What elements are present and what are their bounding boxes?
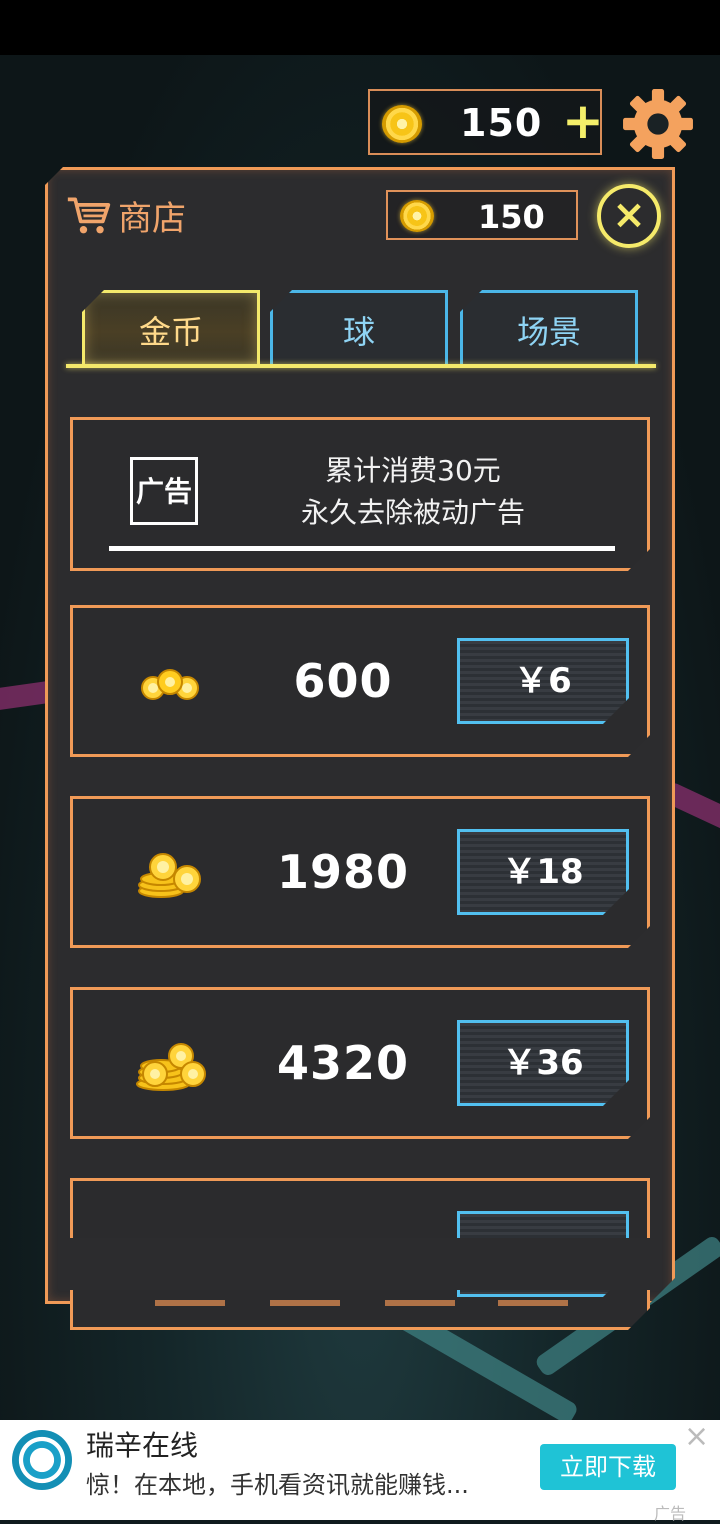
remove-ads-text: 累计消费30元 永久去除被动广告 <box>233 450 593 534</box>
panel-ornament <box>270 1300 340 1306</box>
buy-button-18[interactable]: ￥18 <box>457 829 629 915</box>
coins-small-icon <box>131 654 211 714</box>
tab-scenes[interactable]: 场景 <box>460 290 638 364</box>
tab-underline <box>66 364 656 368</box>
shop-title: 商店 <box>118 198 186 239</box>
remove-ads-line1: 累计消费30元 <box>325 454 501 487</box>
ad-description: 惊！在本地，手机看资讯就能赚钱... <box>86 1471 469 1499</box>
panel-ornament <box>155 1300 225 1306</box>
ad-app-name: 瑞辛在线 <box>86 1429 199 1462</box>
shop-header: 商店 <box>66 190 186 240</box>
close-ad-icon[interactable]: × <box>684 1422 709 1452</box>
tab-coins[interactable]: 金币 <box>82 290 260 364</box>
buy-button-36[interactable]: ￥36 <box>457 1020 629 1106</box>
shop-coin-value: 150 <box>478 198 545 236</box>
shop-coin-counter: 150 <box>386 190 578 240</box>
ad-banner[interactable]: 瑞辛在线 惊！在本地，手机看资讯就能赚钱... 立即下载 × 广告 <box>0 1420 720 1523</box>
add-coins-button[interactable]: + <box>562 93 604 149</box>
ad-icon: 广告 <box>130 457 198 525</box>
download-button[interactable]: 立即下载 <box>540 1444 676 1490</box>
coin-amount: 1980 <box>276 845 410 899</box>
coin-pack-600: 600 ￥6 <box>70 605 650 757</box>
coin-amount: 600 <box>293 654 393 708</box>
tab-balls[interactable]: 球 <box>270 290 448 364</box>
buy-button-6[interactable]: ￥6 <box>457 638 629 724</box>
hud-coin-value: 150 <box>460 101 543 145</box>
coins-large-icon <box>131 1036 211 1096</box>
panel-ornament <box>385 1300 455 1306</box>
ad-label: 广告 <box>654 1504 687 1523</box>
remove-ads-offer[interactable]: 广告 累计消费30元 永久去除被动广告 <box>70 417 650 571</box>
coin-amount: 4320 <box>276 1036 410 1090</box>
settings-gear-icon[interactable] <box>620 86 696 162</box>
hud-coin-counter[interactable]: 150 + <box>368 89 604 155</box>
remove-ads-line2: 永久去除被动广告 <box>300 496 525 529</box>
cart-icon <box>67 197 111 234</box>
status-bar <box>0 0 720 55</box>
coin-icon <box>400 200 434 232</box>
app-logo-icon <box>12 1430 72 1490</box>
progress-bar <box>109 546 615 551</box>
close-button[interactable]: × <box>597 184 661 248</box>
panel-ornament <box>498 1300 568 1306</box>
scroll-fade <box>60 1238 660 1290</box>
coins-medium-icon <box>131 845 211 905</box>
coin-icon <box>382 105 422 143</box>
coin-pack-1980: 1980 ￥18 <box>70 796 650 948</box>
coin-pack-4320: 4320 ￥36 <box>70 987 650 1139</box>
